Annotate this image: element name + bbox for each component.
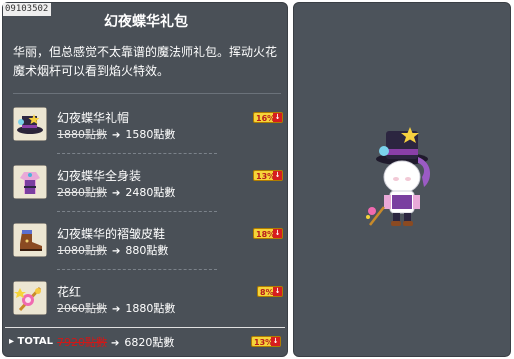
arrow-right-icon: ➔ — [112, 188, 121, 199]
item-prices: 1080點數 ➔ 880點數 — [57, 242, 168, 258]
flower-pipe-icon — [13, 281, 47, 315]
old-price: 1080點數 — [57, 244, 107, 257]
item-prices: 1880點數 ➔ 1580點數 — [57, 126, 175, 142]
package-description: 华丽，但总感觉不太靠谱的魔法师礼包。挥动火花魔术烟杆可以看到焰火特效。 — [13, 45, 278, 78]
new-price: 880點數 — [125, 244, 169, 257]
discount-value: 8% — [260, 288, 274, 297]
character-preview — [360, 121, 450, 231]
package-item-row[interactable]: 幻夜蝶华全身装 2880點數 ➔ 2480點數 13% ↓ — [13, 165, 283, 212]
total-discount-badge: 13% ↓ — [251, 336, 281, 347]
item-name: 幻夜蝶华礼帽 — [57, 111, 130, 125]
package-title: 幻夜蝶华礼包 — [104, 14, 188, 30]
total-new-price: ➔ 6820點數 — [111, 334, 174, 350]
package-item-row[interactable]: 幻夜蝶华的褶皱皮鞋 1080點數 ➔ 880點數 18% ↓ — [13, 223, 283, 270]
total-label-text: TOTAL — [17, 336, 53, 347]
dashed-divider — [57, 211, 217, 212]
discount-badge: 18% ↓ — [253, 228, 283, 239]
discount-badge: 13% ↓ — [253, 170, 283, 181]
discount-badge: 16% ↓ — [253, 112, 283, 123]
overall-outfit-icon — [13, 165, 47, 199]
item-name: 幻夜蝶华全身装 — [57, 169, 142, 183]
package-item-row[interactable]: 花红 2060點數 ➔ 1880點數 8% ↓ — [13, 281, 283, 317]
arrow-right-icon: ➔ — [111, 338, 120, 349]
old-price: 1880點數 — [57, 128, 107, 141]
item-prices: 2880點數 ➔ 2480點數 — [57, 184, 175, 200]
arrow-down-icon: ↓ — [273, 287, 282, 296]
item-name: 花红 — [57, 285, 82, 299]
dashed-divider — [57, 269, 217, 270]
discount-badge: 8% ↓ — [257, 286, 283, 297]
divider — [13, 93, 281, 94]
leather-shoe-icon — [13, 223, 47, 257]
total-divider — [5, 327, 285, 328]
arrow-down-icon: ↓ — [273, 113, 282, 122]
total-old-price: 7920點數 — [57, 336, 107, 349]
arrow-right-icon: ➔ — [112, 304, 121, 315]
arrow-down-icon: ↓ — [273, 171, 282, 180]
dashed-divider — [57, 153, 217, 154]
item-prices: 2060點數 ➔ 1880點數 — [57, 300, 175, 316]
top-hat-icon — [13, 107, 47, 141]
package-item-row[interactable]: 幻夜蝶华礼帽 1880點數 ➔ 1580點數 16% ↓ — [13, 107, 283, 154]
new-price: 2480點數 — [125, 186, 176, 199]
total-new-price-value: 6820點數 — [124, 336, 175, 349]
item-name: 幻夜蝶华的褶皱皮鞋 — [57, 227, 166, 241]
old-price: 2060點數 — [57, 302, 107, 315]
arrow-right-icon: ➔ — [112, 130, 121, 141]
arrow-down-icon: ↓ — [273, 229, 282, 238]
old-price: 2880點數 — [57, 186, 107, 199]
new-price: 1880點數 — [125, 302, 176, 315]
new-price: 1580點數 — [125, 128, 176, 141]
package-detail-panel: 09103502 幻夜蝶华礼包 华丽，但总感觉不太靠谱的魔法师礼包。挥动火花魔术… — [2, 2, 288, 357]
arrow-right-icon: ➔ — [112, 246, 121, 257]
character-preview-panel — [293, 2, 511, 357]
arrow-down-icon: ↓ — [271, 337, 280, 346]
total-label: ▸ TOTAL — [9, 336, 53, 347]
